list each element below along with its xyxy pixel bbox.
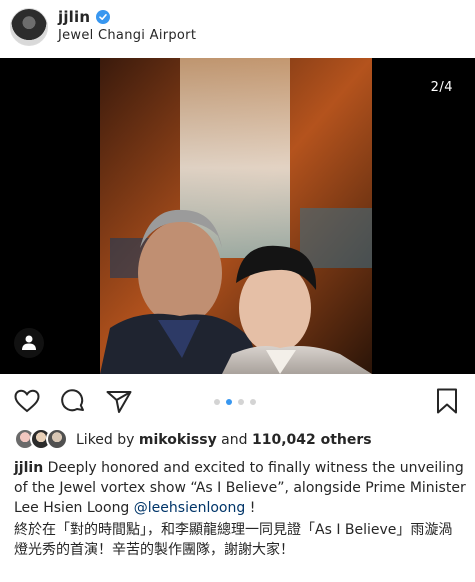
carousel-dot [250,399,256,405]
carousel-dot-active [226,399,232,405]
caption-mention[interactable]: @leehsienloong [134,500,245,516]
likes-count[interactable]: 110,042 others [252,432,372,448]
likes-connector: and [221,432,248,448]
carousel-dot [238,399,244,405]
profile-avatar[interactable] [10,8,48,46]
post-caption: jjlin Deeply honored and excited to fina… [14,458,466,518]
caption-chinese-text: 終於在「對的時間點」，和李顯龍總理一同見證「As I Believe」雨漩渦燈光… [14,522,453,558]
liker-avatar[interactable] [46,428,68,450]
likes-row: Liked by mikokissy and 110,042 others [0,428,475,454]
likes-prefix: Liked by [76,432,135,448]
bookmark-icon[interactable] [432,386,462,416]
post-photo[interactable]: 2/4 [0,58,475,374]
heart-icon[interactable] [12,386,42,416]
send-icon[interactable] [104,386,134,416]
user-tag-icon[interactable] [14,328,44,358]
comment-icon[interactable] [58,386,88,416]
caption-suffix: ! [249,500,256,516]
carousel-dot [214,399,220,405]
likes-summary[interactable]: Liked by mikokissy and 110,042 others [76,432,372,448]
location-link[interactable]: Jewel Changi Airport [58,28,196,43]
liker-username[interactable]: mikokissy [139,432,217,448]
image-counter: 2/4 [430,80,453,95]
post-actions-bar [0,380,475,424]
verified-badge-icon [96,10,110,24]
post-header: jjlin Jewel Changi Airport [0,0,475,56]
username-link[interactable]: jjlin [58,8,90,26]
selfie-photo-illustration [0,58,475,374]
caption-username[interactable]: jjlin [14,460,43,476]
